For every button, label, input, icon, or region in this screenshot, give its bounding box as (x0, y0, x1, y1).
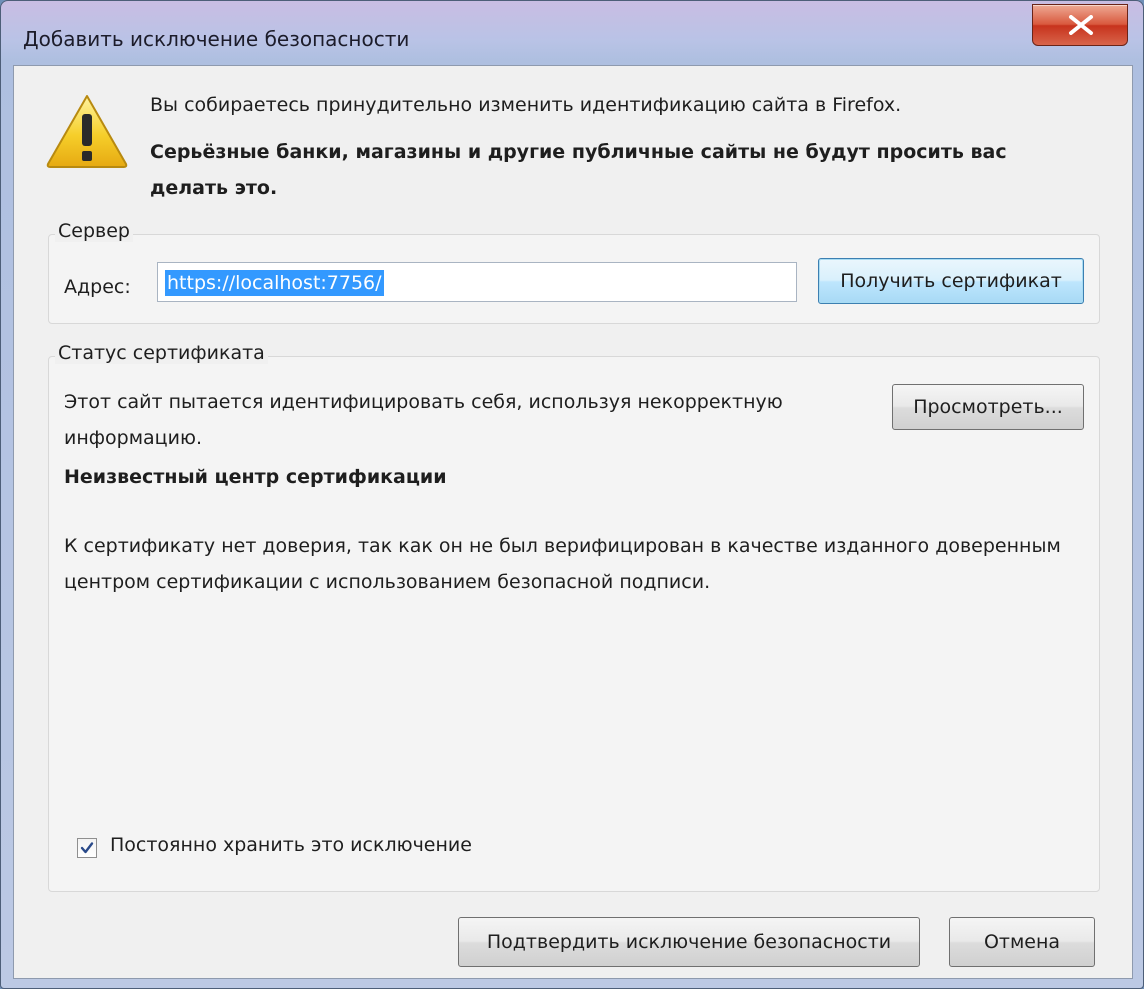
address-selected-text: https://localhost:7756/ (165, 270, 384, 296)
certificate-status-group-label: Статус сертификата (55, 342, 268, 364)
window-title: Добавить исключение безопасности (23, 27, 410, 51)
view-certificate-button[interactable]: Просмотреть... (892, 384, 1084, 430)
cancel-button[interactable]: Отмена (949, 917, 1095, 967)
check-icon (80, 842, 94, 854)
close-button[interactable] (1032, 4, 1128, 46)
close-icon (1069, 15, 1093, 35)
certificate-status-detail: К сертификату нет доверия, так как он не… (64, 535, 1061, 593)
certificate-status-title: Неизвестный центр сертификации (64, 466, 447, 488)
get-certificate-button[interactable]: Получить сертификат (818, 258, 1084, 304)
security-exception-dialog: Добавить исключение безопасности Вы соби… (0, 0, 1144, 989)
permanent-exception-checkbox[interactable] (77, 838, 97, 858)
intro-message: Вы собираетесь принудительно изменить ид… (150, 94, 902, 116)
confirm-exception-button[interactable]: Подтвердить исключение безопасности (458, 917, 920, 967)
warning-triangle-icon (46, 95, 128, 168)
server-group-label: Сервер (55, 220, 133, 242)
permanent-exception-label[interactable]: Постоянно хранить это исключение (110, 834, 472, 856)
certificate-status-text: Этот сайт пытается идентифицировать себя… (64, 391, 783, 449)
intro-warning: Серьёзные банки, магазины и другие публи… (150, 141, 1007, 199)
dialog-content: Вы собираетесь принудительно изменить ид… (13, 65, 1133, 979)
address-label: Адрес: (64, 276, 131, 298)
